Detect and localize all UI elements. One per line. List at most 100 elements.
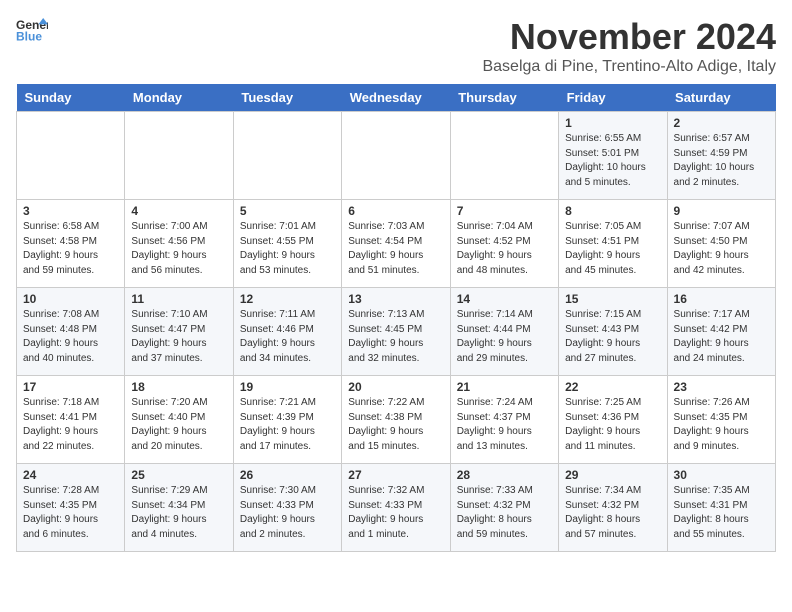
day-number: 14 (457, 292, 552, 306)
day-info: Sunrise: 7:07 AM Sunset: 4:50 PM Dayligh… (674, 220, 769, 278)
day-info: Sunrise: 7:28 AM Sunset: 4:35 PM Dayligh… (23, 484, 118, 542)
day-number: 7 (457, 204, 552, 218)
day-number: 1 (565, 116, 660, 130)
day-info: Sunrise: 7:04 AM Sunset: 4:52 PM Dayligh… (457, 220, 552, 278)
week-row-1: 1 Sunrise: 6:55 AM Sunset: 5:01 PM Daylig… (17, 112, 776, 200)
day-cell: 28 Sunrise: 7:33 AM Sunset: 4:32 PM Dayli… (450, 464, 558, 552)
day-number: 4 (131, 204, 226, 218)
day-info: Sunrise: 7:00 AM Sunset: 4:56 PM Dayligh… (131, 220, 226, 278)
day-cell: 29 Sunrise: 7:34 AM Sunset: 4:32 PM Dayli… (559, 464, 667, 552)
day-info: Sunrise: 7:17 AM Sunset: 4:42 PM Dayligh… (674, 308, 769, 366)
week-row-4: 17Sunrise: 7:18 AM Sunset: 4:41 PM Dayli… (17, 376, 776, 464)
day-number: 2 (674, 116, 769, 130)
day-info: Sunrise: 7:21 AM Sunset: 4:39 PM Dayligh… (240, 396, 335, 454)
day-cell: 5Sunrise: 7:01 AM Sunset: 4:55 PM Daylig… (233, 200, 341, 288)
day-number: 20 (348, 380, 443, 394)
day-cell: 2 Sunrise: 6:57 AM Sunset: 4:59 PM Daylig… (667, 112, 775, 200)
day-number: 5 (240, 204, 335, 218)
day-cell: 9 Sunrise: 7:07 AM Sunset: 4:50 PM Daylig… (667, 200, 775, 288)
day-cell: 24 Sunrise: 7:28 AM Sunset: 4:35 PM Dayli… (17, 464, 125, 552)
day-cell: 7 Sunrise: 7:04 AM Sunset: 4:52 PM Daylig… (450, 200, 558, 288)
day-cell (233, 112, 341, 200)
day-info: Sunrise: 7:34 AM Sunset: 4:32 PM Dayligh… (565, 484, 660, 542)
day-cell: 17Sunrise: 7:18 AM Sunset: 4:41 PM Dayli… (17, 376, 125, 464)
day-cell: 26Sunrise: 7:30 AM Sunset: 4:33 PM Dayli… (233, 464, 341, 552)
day-info: Sunrise: 7:11 AM Sunset: 4:46 PM Dayligh… (240, 308, 335, 366)
day-info: Sunrise: 7:20 AM Sunset: 4:40 PM Dayligh… (131, 396, 226, 454)
day-cell (342, 112, 450, 200)
day-cell: 6 Sunrise: 7:03 AM Sunset: 4:54 PM Daylig… (342, 200, 450, 288)
day-cell: 22 Sunrise: 7:25 AM Sunset: 4:36 PM Dayli… (559, 376, 667, 464)
day-number: 8 (565, 204, 660, 218)
day-number: 21 (457, 380, 552, 394)
day-cell: 16 Sunrise: 7:17 AM Sunset: 4:42 PM Dayli… (667, 288, 775, 376)
day-cell: 10Sunrise: 7:08 AM Sunset: 4:48 PM Dayli… (17, 288, 125, 376)
day-cell: 14 Sunrise: 7:14 AM Sunset: 4:44 PM Dayli… (450, 288, 558, 376)
day-cell: 11 Sunrise: 7:10 AM Sunset: 4:47 PM Dayli… (125, 288, 233, 376)
day-info: Sunrise: 7:18 AM Sunset: 4:41 PM Dayligh… (23, 396, 118, 454)
day-info: Sunrise: 7:05 AM Sunset: 4:51 PM Dayligh… (565, 220, 660, 278)
svg-text:Blue: Blue (16, 29, 42, 43)
day-cell: 12 Sunrise: 7:11 AM Sunset: 4:46 PM Dayli… (233, 288, 341, 376)
day-number: 16 (674, 292, 769, 306)
day-info: Sunrise: 7:33 AM Sunset: 4:32 PM Dayligh… (457, 484, 552, 542)
day-cell: 15Sunrise: 7:15 AM Sunset: 4:43 PM Dayli… (559, 288, 667, 376)
day-info: Sunrise: 7:03 AM Sunset: 4:54 PM Dayligh… (348, 220, 443, 278)
day-cell: 3 Sunrise: 6:58 AM Sunset: 4:58 PM Daylig… (17, 200, 125, 288)
day-cell (17, 112, 125, 200)
day-info: Sunrise: 7:26 AM Sunset: 4:35 PM Dayligh… (674, 396, 769, 454)
day-cell: 25 Sunrise: 7:29 AM Sunset: 4:34 PM Dayli… (125, 464, 233, 552)
subtitle: Baselga di Pine, Trentino-Alto Adige, It… (482, 58, 776, 76)
calendar-table: SundayMondayTuesdayWednesdayThursdayFrid… (16, 84, 776, 552)
month-title: November 2024 (482, 16, 776, 58)
week-row-2: 3 Sunrise: 6:58 AM Sunset: 4:58 PM Daylig… (17, 200, 776, 288)
day-cell: 23 Sunrise: 7:26 AM Sunset: 4:35 PM Dayli… (667, 376, 775, 464)
day-cell: 27Sunrise: 7:32 AM Sunset: 4:33 PM Dayli… (342, 464, 450, 552)
day-info: Sunrise: 7:13 AM Sunset: 4:45 PM Dayligh… (348, 308, 443, 366)
day-number: 28 (457, 468, 552, 482)
day-info: Sunrise: 6:58 AM Sunset: 4:58 PM Dayligh… (23, 220, 118, 278)
day-cell: 18 Sunrise: 7:20 AM Sunset: 4:40 PM Dayli… (125, 376, 233, 464)
header-area: General Blue November 2024 Baselga di Pi… (16, 16, 776, 76)
day-cell (450, 112, 558, 200)
day-info: Sunrise: 7:35 AM Sunset: 4:31 PM Dayligh… (674, 484, 769, 542)
day-number: 6 (348, 204, 443, 218)
day-info: Sunrise: 6:55 AM Sunset: 5:01 PM Dayligh… (565, 132, 660, 190)
day-number: 12 (240, 292, 335, 306)
day-info: Sunrise: 7:32 AM Sunset: 4:33 PM Dayligh… (348, 484, 443, 542)
day-number: 25 (131, 468, 226, 482)
col-header-sunday: Sunday (17, 84, 125, 112)
day-number: 30 (674, 468, 769, 482)
day-number: 13 (348, 292, 443, 306)
day-cell: 21 Sunrise: 7:24 AM Sunset: 4:37 PM Dayli… (450, 376, 558, 464)
day-info: Sunrise: 7:14 AM Sunset: 4:44 PM Dayligh… (457, 308, 552, 366)
day-cell: 20 Sunrise: 7:22 AM Sunset: 4:38 PM Dayli… (342, 376, 450, 464)
day-info: Sunrise: 7:29 AM Sunset: 4:34 PM Dayligh… (131, 484, 226, 542)
day-cell: 13 Sunrise: 7:13 AM Sunset: 4:45 PM Dayli… (342, 288, 450, 376)
logo: General Blue (16, 16, 48, 44)
col-header-thursday: Thursday (450, 84, 558, 112)
day-number: 23 (674, 380, 769, 394)
day-number: 29 (565, 468, 660, 482)
day-number: 22 (565, 380, 660, 394)
day-cell: 19Sunrise: 7:21 AM Sunset: 4:39 PM Dayli… (233, 376, 341, 464)
day-number: 3 (23, 204, 118, 218)
day-info: Sunrise: 7:22 AM Sunset: 4:38 PM Dayligh… (348, 396, 443, 454)
day-number: 11 (131, 292, 226, 306)
day-cell: 1 Sunrise: 6:55 AM Sunset: 5:01 PM Daylig… (559, 112, 667, 200)
day-number: 9 (674, 204, 769, 218)
col-header-monday: Monday (125, 84, 233, 112)
day-cell: 8 Sunrise: 7:05 AM Sunset: 4:51 PM Daylig… (559, 200, 667, 288)
day-number: 18 (131, 380, 226, 394)
day-info: Sunrise: 7:25 AM Sunset: 4:36 PM Dayligh… (565, 396, 660, 454)
logo-icon: General Blue (16, 16, 48, 44)
day-number: 26 (240, 468, 335, 482)
col-header-tuesday: Tuesday (233, 84, 341, 112)
day-number: 24 (23, 468, 118, 482)
day-info: Sunrise: 6:57 AM Sunset: 4:59 PM Dayligh… (674, 132, 769, 190)
day-number: 15 (565, 292, 660, 306)
day-info: Sunrise: 7:24 AM Sunset: 4:37 PM Dayligh… (457, 396, 552, 454)
header-row: SundayMondayTuesdayWednesdayThursdayFrid… (17, 84, 776, 112)
day-info: Sunrise: 7:10 AM Sunset: 4:47 PM Dayligh… (131, 308, 226, 366)
week-row-3: 10Sunrise: 7:08 AM Sunset: 4:48 PM Dayli… (17, 288, 776, 376)
